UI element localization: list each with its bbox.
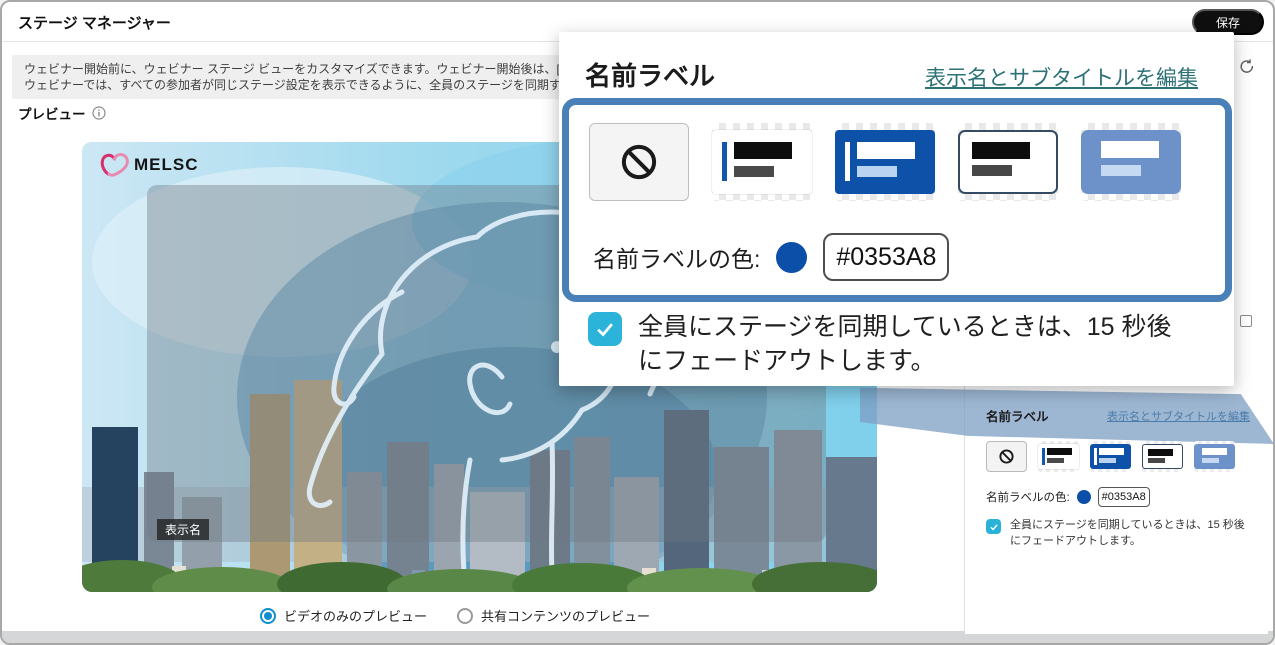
radio-video-only[interactable]: ビデオのみのプレビュー xyxy=(260,606,427,625)
label-style-options xyxy=(986,441,1235,472)
radio-unselected-icon[interactable] xyxy=(457,608,473,624)
popup-sync-fadeout-text: 全員にステージを同期しているときは、15 秒後 にフェードアウトします。 xyxy=(638,310,1172,378)
popup-style-option-bordered[interactable] xyxy=(958,123,1058,201)
color-swatch[interactable] xyxy=(1077,490,1091,504)
popup-title: 名前ラベル xyxy=(585,56,715,93)
popup-label-style-options xyxy=(589,123,1181,201)
label-style-option-translucent[interactable] xyxy=(1194,441,1235,472)
name-label-title: 名前ラベル xyxy=(986,406,1049,425)
label-style-option-light-accent[interactable] xyxy=(1038,441,1079,472)
preview-mode-radios: ビデオのみのプレビュー 共有コンテンツのプレビュー xyxy=(260,606,650,625)
color-hex-input[interactable] xyxy=(1098,487,1150,507)
label-color-label: 名前ラベルの色: xyxy=(986,489,1070,505)
popup-sync-fadeout-row: 全員にステージを同期しているときは、15 秒後 にフェードアウトします。 xyxy=(588,310,1172,378)
edit-display-name-link[interactable]: 表示名とサブタイトルを編集 xyxy=(1107,408,1250,424)
sync-fadeout-checkbox[interactable] xyxy=(986,519,1001,534)
refresh-icon[interactable] xyxy=(1237,58,1255,76)
label-style-option-bordered[interactable] xyxy=(1142,441,1183,472)
label-style-option-filled[interactable] xyxy=(1090,441,1131,472)
display-name-tag: 表示名 xyxy=(157,519,209,540)
popup-style-option-filled[interactable] xyxy=(835,123,935,201)
check-icon xyxy=(594,318,616,340)
preview-label-text: プレビュー xyxy=(18,103,86,123)
popup-edit-display-name-link[interactable]: 表示名とサブタイトルを編集 xyxy=(925,62,1198,92)
brand-logo: MELSC xyxy=(100,152,199,178)
radio-shared-content[interactable]: 共有コンテンツのプレビュー xyxy=(457,606,650,625)
heart-logo-icon xyxy=(100,152,130,178)
page-title: ステージ マネージャー xyxy=(18,12,171,33)
popup-style-option-light-accent[interactable] xyxy=(712,123,812,201)
radio-selected-icon[interactable] xyxy=(260,608,276,624)
label-color-row: 名前ラベルの色: xyxy=(986,487,1150,507)
name-label-popup: 名前ラベル 表示名とサブタイトルを編集 xyxy=(559,32,1234,386)
info-icon[interactable] xyxy=(92,106,106,120)
brand-name: MELSC xyxy=(134,155,199,175)
resize-icon[interactable] xyxy=(1240,315,1252,327)
block-icon xyxy=(998,448,1015,465)
highlight-box: 名前ラベルの色: xyxy=(562,98,1232,302)
popup-sync-fadeout-checkbox[interactable] xyxy=(588,312,622,346)
check-icon xyxy=(989,522,999,532)
popup-label-color-row: 名前ラベルの色: xyxy=(593,233,949,281)
preview-section-label: プレビュー xyxy=(18,103,106,123)
popup-style-option-translucent[interactable] xyxy=(1081,123,1181,201)
block-icon xyxy=(618,141,660,183)
sync-fadeout-row: 全員にステージを同期しているときは、15 秒後 にフェードアウトします。 xyxy=(986,517,1245,549)
popup-color-hex-input[interactable] xyxy=(823,233,949,281)
sync-fadeout-text: 全員にステージを同期しているときは、15 秒後 にフェードアウトします。 xyxy=(1010,517,1245,549)
label-style-option-none[interactable] xyxy=(986,441,1027,472)
stage-manager-window: ステージ マネージャー 保存 ウェビナー開始前に、ウェビナー ステージ ビューを… xyxy=(0,0,1275,645)
popup-style-option-none[interactable] xyxy=(589,123,689,201)
popup-color-label: 名前ラベルの色: xyxy=(593,240,760,274)
popup-color-swatch[interactable] xyxy=(776,242,807,273)
